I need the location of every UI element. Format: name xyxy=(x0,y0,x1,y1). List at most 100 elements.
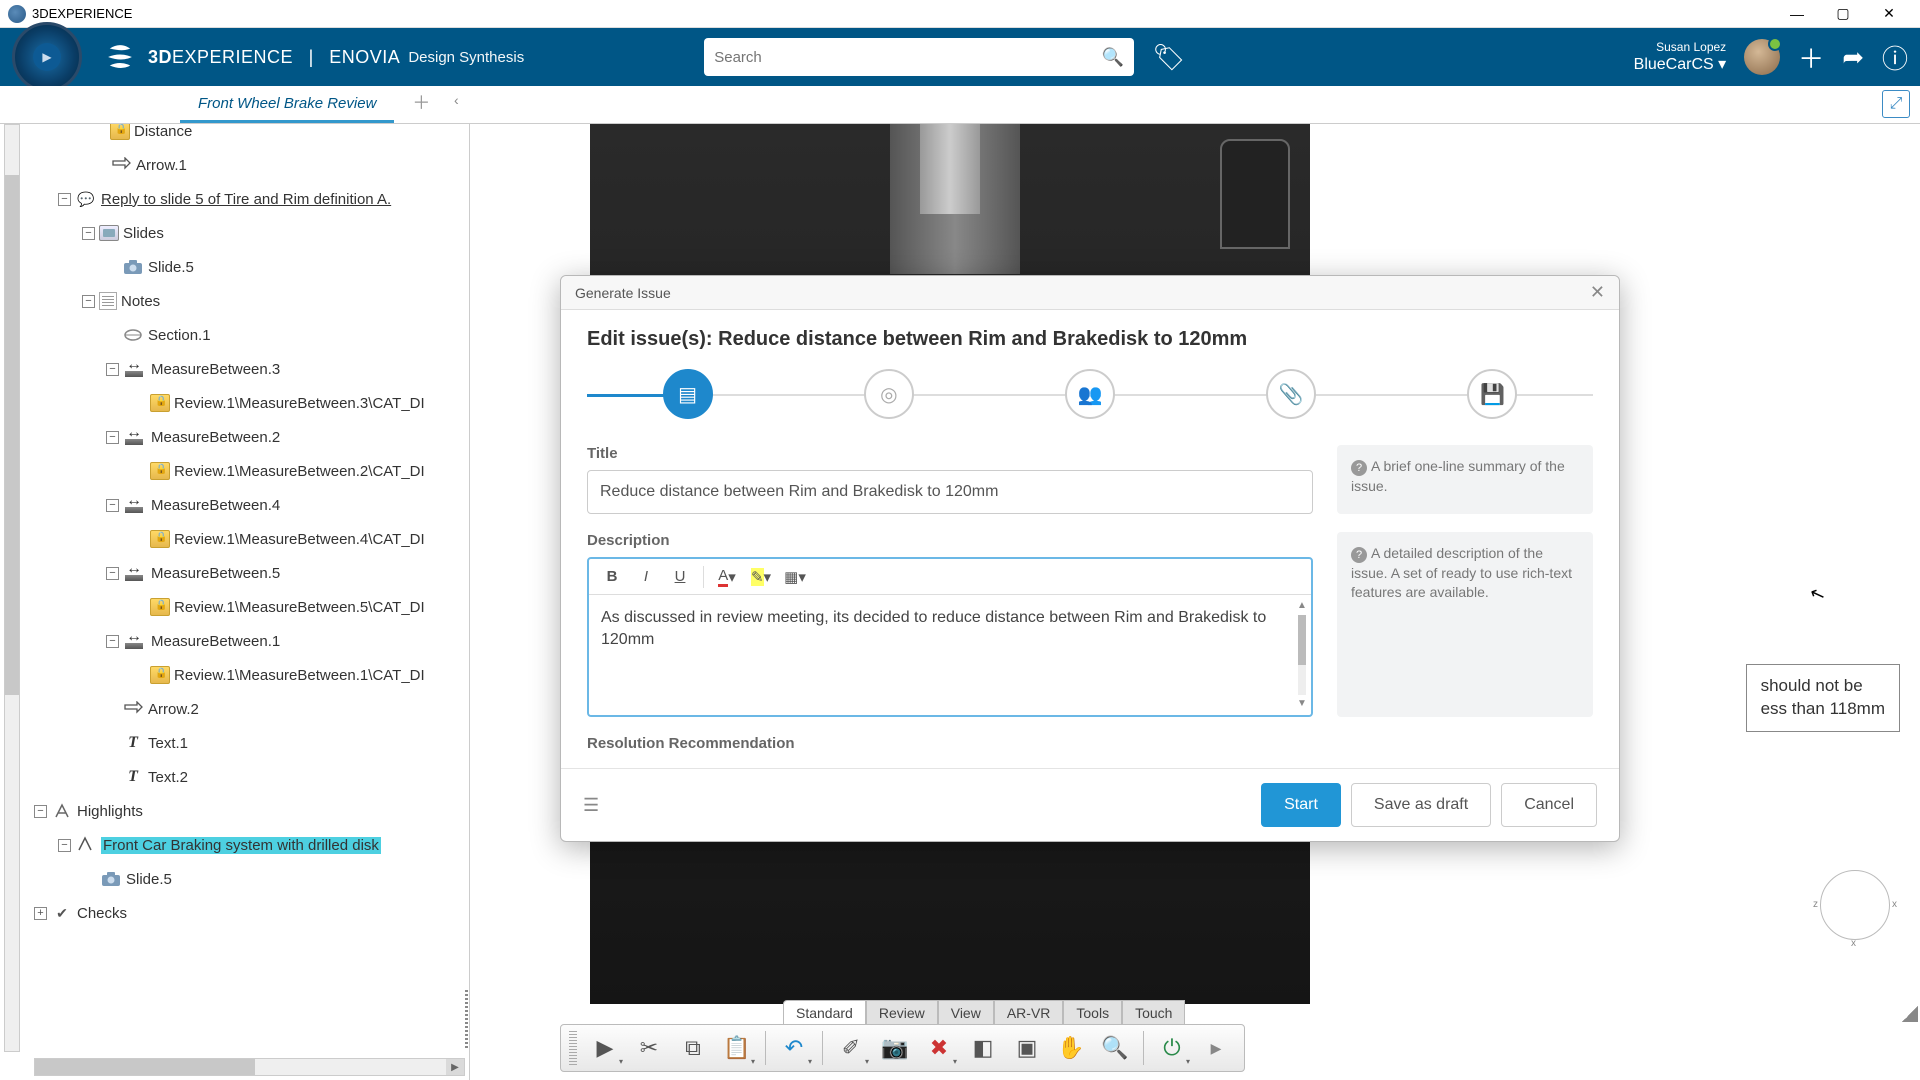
text-icon: T xyxy=(122,767,144,787)
tree-toggle[interactable]: + xyxy=(34,907,47,920)
tool-more-icon[interactable]: ▶ xyxy=(1196,1028,1236,1068)
tool-copy-icon[interactable]: ⧉ xyxy=(673,1028,713,1068)
tool-eraser-icon[interactable]: ◧ xyxy=(963,1028,1003,1068)
tree-mb2[interactable]: MeasureBetween.2 xyxy=(151,429,280,446)
save-draft-button[interactable]: Save as draft xyxy=(1351,783,1491,827)
viewtab-view[interactable]: View xyxy=(938,1000,994,1025)
viewtab-review[interactable]: Review xyxy=(866,1000,938,1025)
rte-highlight[interactable]: ✎▾ xyxy=(746,563,776,591)
tree-toggle[interactable]: − xyxy=(82,227,95,240)
tab-active[interactable]: Front Wheel Brake Review xyxy=(180,87,394,123)
tool-undo-icon[interactable]: ↶▾ xyxy=(774,1028,814,1068)
tree-toggle[interactable]: − xyxy=(106,431,119,444)
add-icon[interactable]: ＋ xyxy=(1798,39,1824,76)
tree-toggle[interactable]: − xyxy=(106,363,119,376)
annotation-callout[interactable]: should not be ess than 118mm xyxy=(1746,664,1900,732)
tree-mb4r[interactable]: Review.1\MeasureBetween.4\CAT_DI xyxy=(174,531,425,548)
tree-toggle[interactable]: − xyxy=(82,295,95,308)
rte-textcolor[interactable]: A▾ xyxy=(712,563,742,591)
wizard-step-review[interactable]: 💾 xyxy=(1467,369,1517,419)
viewtab-arvr[interactable]: AR-VR xyxy=(994,1000,1064,1025)
tool-marker-icon[interactable]: ✐▾ xyxy=(831,1028,871,1068)
tree-toggle[interactable]: − xyxy=(58,193,71,206)
tree-arrow2[interactable]: Arrow.2 xyxy=(148,701,199,718)
sidebar-collapse-icon[interactable]: ‹ xyxy=(454,92,459,108)
compass-widget[interactable]: ▶ xyxy=(12,22,82,92)
viewtab-tools[interactable]: Tools xyxy=(1063,1000,1122,1025)
axis-gizmo[interactable]: x z x xyxy=(1820,870,1890,940)
tool-capture-icon[interactable]: 📷 xyxy=(875,1028,915,1068)
tree-slide5b[interactable]: Slide.5 xyxy=(126,871,172,888)
tree-reply[interactable]: Reply to slide 5 of Tire and Rim definit… xyxy=(101,191,391,208)
tree-toggle[interactable]: − xyxy=(106,499,119,512)
tree-mb2r[interactable]: Review.1\MeasureBetween.2\CAT_DI xyxy=(174,463,425,480)
dialog-titlebar[interactable]: Generate Issue ✕ xyxy=(561,276,1619,310)
tree-highlights[interactable]: Highlights xyxy=(77,803,143,820)
description-textarea[interactable]: As discussed in review meeting, its deci… xyxy=(589,595,1311,715)
tree-arrow1[interactable]: Arrow.1 xyxy=(136,157,187,174)
tag-icon[interactable]: 🏷 xyxy=(1152,42,1185,73)
share-icon[interactable]: ➦ xyxy=(1842,42,1864,73)
user-block[interactable]: Susan Lopez BlueCarCS ▾ xyxy=(1634,40,1727,74)
tree-slide5[interactable]: Slide.5 xyxy=(148,259,194,276)
tool-box-icon[interactable]: ▣ xyxy=(1007,1028,1047,1068)
wizard-step-assignees[interactable]: 👥 xyxy=(1065,369,1115,419)
rte-bold[interactable]: B xyxy=(597,563,627,591)
tree-mb1[interactable]: MeasureBetween.1 xyxy=(151,633,280,650)
tool-hand-icon[interactable]: ✋ xyxy=(1051,1028,1091,1068)
start-button[interactable]: Start xyxy=(1261,783,1341,827)
search-input[interactable] xyxy=(714,49,1102,66)
tree-mb5[interactable]: MeasureBetween.5 xyxy=(151,565,280,582)
viewtab-touch[interactable]: Touch xyxy=(1122,1000,1185,1025)
tool-play-icon[interactable]: ▶▾ xyxy=(585,1028,625,1068)
tool-power-icon[interactable]: ⏻▾ xyxy=(1152,1028,1192,1068)
viewtab-standard[interactable]: Standard xyxy=(783,1000,866,1025)
cancel-button[interactable]: Cancel xyxy=(1501,783,1597,827)
os-minimize-button[interactable]: — xyxy=(1774,0,1820,28)
search-icon[interactable]: 🔍 xyxy=(1102,47,1124,68)
help-icon[interactable]: ⓘ xyxy=(1882,39,1908,76)
title-input[interactable] xyxy=(587,470,1313,514)
tree-mb1r[interactable]: Review.1\MeasureBetween.1\CAT_DI xyxy=(174,667,425,684)
tree-front-braking[interactable]: Front Car Braking system with drilled di… xyxy=(101,837,381,854)
tree-mb3r[interactable]: Review.1\MeasureBetween.3\CAT_DI xyxy=(174,395,425,412)
tool-cut-icon[interactable]: ✂ xyxy=(629,1028,669,1068)
tool-paste-icon[interactable]: 📋▾ xyxy=(717,1028,757,1068)
tree-toggle[interactable]: − xyxy=(106,567,119,580)
wizard-step-details[interactable]: ▤ xyxy=(663,369,713,419)
tree-toggle[interactable]: − xyxy=(34,805,47,818)
tree-toggle[interactable]: − xyxy=(106,635,119,648)
tree-notes[interactable]: Notes xyxy=(121,293,160,310)
rte-table[interactable]: ▦▾ xyxy=(780,563,810,591)
tree-text1[interactable]: Text.1 xyxy=(148,735,188,752)
tree-mb4[interactable]: MeasureBetween.4 xyxy=(151,497,280,514)
wizard-step-location[interactable]: ◎ xyxy=(864,369,914,419)
tree-slides[interactable]: Slides xyxy=(123,225,164,242)
tree-mb3[interactable]: MeasureBetween.3 xyxy=(151,361,280,378)
tool-redx-icon[interactable]: ✖▾ xyxy=(919,1028,959,1068)
avatar[interactable] xyxy=(1744,39,1780,75)
rte-italic[interactable]: I xyxy=(631,563,661,591)
tree-text2[interactable]: Text.2 xyxy=(148,769,188,786)
tree-section1[interactable]: Section.1 xyxy=(148,327,211,344)
dialog-menu-icon[interactable]: ☰ xyxy=(583,795,599,816)
split-handle[interactable] xyxy=(463,124,469,1080)
toolbar-grip[interactable] xyxy=(569,1031,577,1065)
os-maximize-button[interactable]: ▢ xyxy=(1820,0,1866,28)
tab-add-button[interactable]: ＋ xyxy=(412,89,430,123)
search-box[interactable]: 🔍 xyxy=(704,38,1134,76)
rte-scrollbar[interactable]: ▲▼ xyxy=(1295,599,1309,711)
tree-distance[interactable]: Distance xyxy=(134,124,192,140)
tree-mb5r[interactable]: Review.1\MeasureBetween.5\CAT_DI xyxy=(174,599,425,616)
dialog-close-icon[interactable]: ✕ xyxy=(1590,282,1605,303)
tree-toggle[interactable]: − xyxy=(58,839,71,852)
tool-inspect-icon[interactable]: 🔍 xyxy=(1095,1028,1135,1068)
description-editor[interactable]: B I U A▾ ✎▾ ▦▾ As discussed in review me… xyxy=(587,557,1313,717)
resize-grip[interactable] xyxy=(1902,1006,1918,1022)
tree-checks[interactable]: Checks xyxy=(77,905,127,922)
os-close-button[interactable]: ✕ xyxy=(1866,0,1912,28)
fullscreen-toggle[interactable]: ⤢ xyxy=(1882,90,1910,118)
wizard-step-attachments[interactable]: 📎 xyxy=(1266,369,1316,419)
tree-hscrollbar[interactable]: ▶ xyxy=(34,1058,465,1076)
rte-underline[interactable]: U xyxy=(665,563,695,591)
